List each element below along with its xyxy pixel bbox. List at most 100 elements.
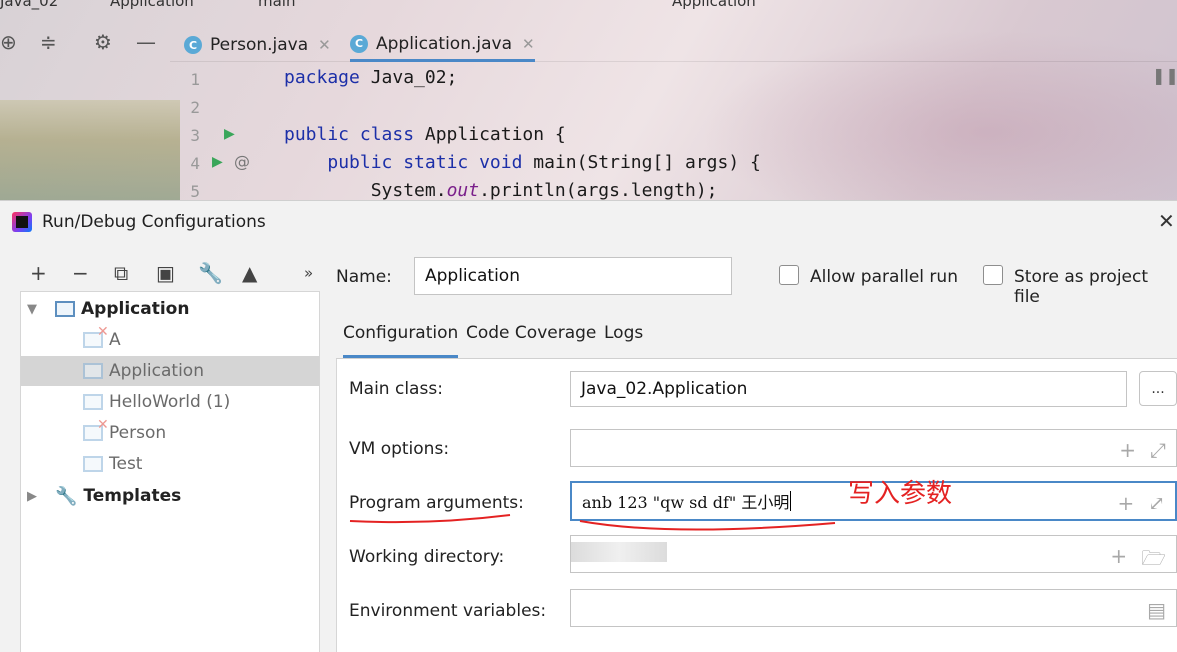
collapse-icon[interactable]: ≑ bbox=[40, 30, 57, 54]
config-details-pane: Name: Application Allow parallel run Sto… bbox=[336, 251, 1177, 652]
field-actions: ▤ bbox=[1147, 598, 1166, 622]
main-class-label: Main class: bbox=[349, 379, 443, 399]
tree-node-application-group[interactable]: ▼ Application bbox=[21, 294, 319, 324]
background-image-left bbox=[0, 100, 180, 200]
code-line-1: package Java_02; bbox=[284, 67, 458, 88]
dialog-title: Run/Debug Configurations bbox=[42, 212, 266, 232]
tree-node-application[interactable]: Application bbox=[21, 356, 319, 386]
line-number: 4 bbox=[190, 154, 200, 173]
browse-main-class-button[interactable]: ... bbox=[1139, 371, 1177, 406]
run-gutter-icon[interactable]: ▶ bbox=[212, 154, 223, 170]
java-class-icon: C bbox=[184, 36, 202, 54]
error-x-icon: ✕ bbox=[97, 324, 109, 340]
folder-icon[interactable]: 🗁 bbox=[1141, 544, 1166, 578]
expand-icon[interactable]: ⤢ bbox=[1150, 438, 1166, 462]
tree-node-templates[interactable]: ▶ 🔧 Templates bbox=[21, 481, 319, 511]
field-actions: + 🗁 bbox=[1110, 544, 1166, 578]
tab-label: Person.java bbox=[210, 35, 309, 55]
environment-variables-label: Environment variables: bbox=[349, 601, 547, 621]
tree-node-label: A bbox=[109, 330, 121, 350]
vm-options-input[interactable]: + ⤢ bbox=[570, 429, 1177, 467]
name-input-value: Application bbox=[425, 266, 520, 286]
run-debug-dialog: Run/Debug Configurations ✕ + − ⧉ ▣ 🔧 ▲ »… bbox=[0, 200, 1177, 652]
plus-icon[interactable]: + bbox=[30, 259, 47, 287]
save-icon[interactable]: ▣ bbox=[156, 259, 175, 287]
plus-icon[interactable]: + bbox=[1119, 438, 1136, 462]
close-icon[interactable]: ✕ bbox=[522, 35, 535, 53]
close-icon[interactable]: ✕ bbox=[318, 36, 331, 54]
project-toolbar: ⊕ ≑ ⚙ — bbox=[0, 24, 170, 62]
tree-node-label: Application bbox=[81, 299, 190, 319]
vm-options-label: VM options: bbox=[349, 439, 450, 459]
minimize-icon[interactable]: — bbox=[136, 30, 156, 54]
tab-application-java[interactable]: C Application.java ✕ bbox=[350, 28, 535, 62]
working-directory-label: Working directory: bbox=[349, 547, 505, 567]
expand-arrow-icon[interactable]: ▼ bbox=[27, 302, 37, 317]
tree-node-a[interactable]: ✕ A bbox=[21, 324, 319, 355]
handwritten-annotation: 写入参数 bbox=[848, 479, 953, 509]
editor-tab-bar: C Person.java ✕ C Application.java ✕ bbox=[170, 24, 1177, 62]
tab-person-java[interactable]: C Person.java ✕ bbox=[184, 28, 331, 62]
code-line-5: System.out.println(args.length); bbox=[284, 180, 718, 200]
tree-node-test[interactable]: Test bbox=[21, 449, 319, 479]
crosshair-icon[interactable]: ⊕ bbox=[0, 30, 17, 54]
code-line-4: public static void main(String[] args) { bbox=[327, 152, 761, 173]
breadcrumb-project[interactable]: Java_02 bbox=[0, 0, 58, 10]
allow-parallel-checkbox[interactable] bbox=[779, 265, 799, 285]
tab-code-coverage[interactable]: Code Coverage bbox=[466, 323, 596, 343]
java-class-icon: C bbox=[350, 34, 368, 53]
tab-logs[interactable]: Logs bbox=[604, 323, 643, 343]
intellij-logo-icon bbox=[12, 212, 32, 232]
dialog-title-bar: Run/Debug Configurations bbox=[12, 211, 266, 233]
run-gutter-icon[interactable]: ▶ bbox=[224, 126, 235, 142]
pause-icon[interactable]: ❚❚ bbox=[1152, 66, 1177, 85]
field-actions: + ⤢ bbox=[1119, 438, 1166, 462]
application-config-icon bbox=[55, 301, 75, 317]
tree-node-label: Templates bbox=[83, 486, 182, 506]
application-config-icon: ✕ bbox=[83, 417, 109, 441]
tree-node-label: HelloWorld (1) bbox=[109, 392, 231, 412]
plus-icon[interactable]: + bbox=[1117, 491, 1134, 515]
editor-gutter: 1 2 3 4 5 ▶ ▶ @ bbox=[170, 62, 274, 200]
document-icon[interactable]: ▤ bbox=[1147, 598, 1166, 622]
environment-variables-input[interactable]: ▤ bbox=[570, 589, 1177, 627]
run-config-selector[interactable]: Application bbox=[672, 0, 756, 10]
move-up-icon[interactable]: ▲ bbox=[242, 259, 257, 287]
tab-configuration[interactable]: Configuration bbox=[343, 323, 459, 358]
main-class-value: Java_02.Application bbox=[581, 379, 748, 399]
name-input[interactable]: Application bbox=[414, 257, 732, 295]
copy-icon[interactable]: ⧉ bbox=[114, 259, 128, 287]
line-number: 3 bbox=[190, 126, 200, 145]
application-config-icon bbox=[83, 363, 103, 379]
line-number: 2 bbox=[190, 98, 200, 117]
code-line-3: public class Application { bbox=[284, 124, 566, 145]
allow-parallel-label: Allow parallel run bbox=[810, 267, 958, 287]
wrench-icon: 🔧 bbox=[55, 485, 78, 507]
store-as-file-label: Store as project file bbox=[1014, 267, 1149, 307]
tree-node-helloworld[interactable]: HelloWorld (1) bbox=[21, 387, 319, 417]
line-number: 1 bbox=[190, 70, 200, 89]
breadcrumb-class[interactable]: Application bbox=[110, 0, 194, 10]
config-tree: ▼ Application ✕ A Application HelloWorld… bbox=[20, 291, 320, 652]
tab-label: Application.java bbox=[376, 33, 513, 54]
minus-icon[interactable]: − bbox=[72, 259, 89, 287]
ide-editor-background: Java_02 Application main Application ⊕ ≑… bbox=[0, 0, 1177, 200]
more-icon[interactable]: » bbox=[304, 259, 313, 287]
gear-icon[interactable]: ⚙ bbox=[94, 30, 112, 54]
config-toolbar: + − ⧉ ▣ 🔧 ▲ » bbox=[28, 259, 328, 287]
store-as-file-checkbox[interactable] bbox=[983, 265, 1003, 285]
tree-node-person[interactable]: ✕ Person bbox=[21, 417, 319, 448]
expand-arrow-icon[interactable]: ▶ bbox=[27, 489, 37, 504]
application-config-icon: ✕ bbox=[83, 324, 109, 348]
line-number: 5 bbox=[190, 182, 200, 200]
expand-icon[interactable]: ⤢ bbox=[1148, 491, 1165, 515]
error-x-icon: ✕ bbox=[97, 417, 109, 433]
wrench-icon[interactable]: 🔧 bbox=[198, 259, 223, 287]
application-config-icon bbox=[83, 456, 103, 472]
close-icon[interactable]: ✕ bbox=[1158, 209, 1175, 233]
name-label: Name: bbox=[336, 267, 392, 287]
main-class-input[interactable]: Java_02.Application bbox=[570, 371, 1127, 407]
breadcrumb-method[interactable]: main bbox=[258, 0, 295, 10]
code-editor[interactable]: package Java_02; public class Applicatio… bbox=[284, 62, 1164, 200]
plus-icon[interactable]: + bbox=[1110, 544, 1127, 578]
